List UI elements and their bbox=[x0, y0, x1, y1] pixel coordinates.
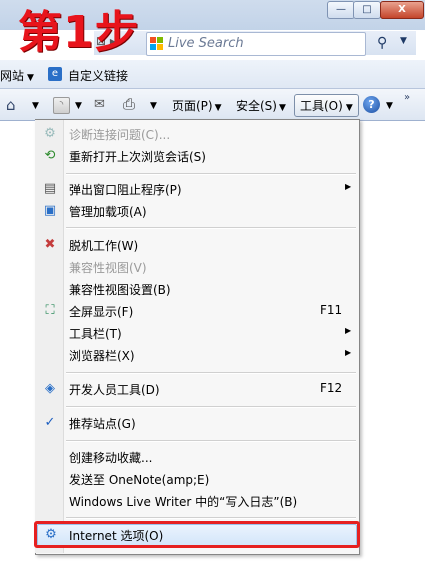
page-menu-button[interactable]: 页面(P) ▼ bbox=[172, 97, 222, 114]
menu-item-label: 发送至 OneNote(amp;E) bbox=[69, 473, 210, 487]
menu-item-suggested-sites[interactable]: ✓ 推荐站点(G) bbox=[36, 412, 357, 434]
home-dropdown-chevron-icon[interactable]: ▼ bbox=[30, 97, 39, 111]
menu-item-label: 管理加载项(A) bbox=[69, 205, 147, 219]
menu-item-compatibility-settings[interactable]: 兼容性视图设置(B) bbox=[36, 278, 357, 300]
submenu-arrow-icon: ▶ bbox=[345, 326, 352, 335]
minimize-button[interactable]: — bbox=[327, 1, 355, 19]
menu-separator bbox=[66, 372, 356, 374]
menu-item-compatibility-view[interactable]: 兼容性视图(V) bbox=[36, 256, 357, 278]
custom-links-link[interactable]: 自定义链接 bbox=[68, 67, 128, 84]
full-screen-icon: ⛶ bbox=[45, 303, 55, 318]
tools-menu-label: 工具(O) ▼ bbox=[300, 97, 353, 114]
menu-item-label: 兼容性视图(V) bbox=[69, 261, 147, 275]
menu-item-label: 兼容性视图设置(B) bbox=[69, 283, 171, 297]
search-icon[interactable]: ⚲ bbox=[377, 35, 387, 51]
page-menu-label: 页面(P) bbox=[172, 99, 213, 113]
live-search-logo-icon bbox=[150, 37, 163, 50]
menu-item-reopen-session[interactable]: ⟲ 重新打开上次浏览会话(S) bbox=[36, 145, 357, 167]
reopen-session-icon: ⟲ bbox=[44, 148, 56, 163]
submenu-arrow-icon: ▶ bbox=[345, 182, 352, 191]
maximize-button[interactable]: □ bbox=[353, 1, 381, 19]
menu-separator bbox=[66, 227, 356, 229]
menu-item-label: 推荐站点(G) bbox=[69, 417, 136, 431]
help-icon[interactable]: ? bbox=[363, 96, 380, 113]
menu-item-mobile-favorites[interactable]: 创建移动收藏... bbox=[36, 446, 357, 468]
menu-separator bbox=[66, 517, 356, 519]
menu-item-popup-blocker[interactable]: ▤ 弹出窗口阻止程序(P) ▶ bbox=[36, 178, 357, 200]
menu-separator bbox=[66, 440, 356, 442]
ie-link-icon: e bbox=[48, 67, 62, 81]
menu-item-explorer-bars[interactable]: 浏览器栏(X) ▶ bbox=[36, 344, 357, 366]
menu-item-work-offline[interactable]: ✖ 脱机工作(W) bbox=[36, 234, 357, 256]
work-offline-icon: ✖ bbox=[44, 237, 56, 252]
menu-item-full-screen[interactable]: ⛶ 全屏显示(F) F11 bbox=[36, 300, 357, 322]
menu-item-label: 开发人员工具(D) bbox=[69, 383, 160, 397]
search-options-chevron-down-icon[interactable]: ▼ bbox=[400, 36, 407, 46]
safety-menu-button[interactable]: 安全(S) ▼ bbox=[236, 97, 286, 114]
feeds-icon[interactable]: ◝ bbox=[53, 97, 70, 114]
menu-item-label: 工具栏(T) bbox=[69, 327, 122, 341]
addons-icon: ▣ bbox=[43, 203, 57, 218]
sites-chevron-down-icon: ▼ bbox=[27, 73, 34, 83]
favorites-bar bbox=[0, 60, 425, 89]
overflow-chevron-icon[interactable]: » bbox=[404, 92, 410, 103]
menu-item-diagnose-connection[interactable]: ⚙ 诊断连接问题(C)... bbox=[36, 123, 357, 145]
tools-chevron-down-icon: ▼ bbox=[345, 103, 353, 113]
help-dropdown-chevron-icon[interactable]: ▼ bbox=[384, 97, 393, 111]
menu-item-label: Windows Live Writer 中的“写入日志”(B) bbox=[69, 495, 298, 509]
menu-item-label: 弹出窗口阻止程序(P) bbox=[69, 183, 182, 197]
search-placeholder: Live Search bbox=[168, 36, 244, 51]
menu-item-manage-addons[interactable]: ▣ 管理加载项(A) bbox=[36, 200, 357, 222]
tools-menu-text: 工具(O) bbox=[300, 99, 343, 113]
page-chevron-down-icon: ▼ bbox=[214, 103, 222, 113]
developer-tools-icon: ◈ bbox=[45, 381, 55, 396]
menu-item-developer-tools[interactable]: ◈ 开发人员工具(D) F12 bbox=[36, 378, 357, 400]
feeds-dropdown-chevron-icon[interactable]: ▼ bbox=[73, 97, 82, 111]
menu-item-send-to-onenote[interactable]: 发送至 OneNote(amp;E) bbox=[36, 468, 357, 490]
mail-icon[interactable]: ✉ bbox=[94, 97, 105, 112]
popup-blocker-icon: ▤ bbox=[43, 181, 57, 196]
checkmark-icon: ✓ bbox=[44, 415, 56, 430]
menu-item-label: 重新打开上次浏览会话(S) bbox=[69, 150, 206, 164]
menu-item-label: 脱机工作(W) bbox=[69, 239, 139, 253]
menu-item-toolbars[interactable]: 工具栏(T) ▶ bbox=[36, 322, 357, 344]
menu-item-shortcut: F12 bbox=[320, 381, 343, 395]
home-icon[interactable]: ⌂ bbox=[6, 96, 16, 114]
close-button[interactable]: X bbox=[380, 1, 424, 19]
step-label: 第1步 bbox=[18, 7, 140, 58]
highlight-box bbox=[34, 521, 360, 548]
print-dropdown-chevron-icon[interactable]: ▼ bbox=[148, 97, 157, 111]
menu-item-label: 浏览器栏(X) bbox=[69, 349, 135, 363]
safety-chevron-down-icon: ▼ bbox=[278, 103, 286, 113]
menu-separator bbox=[66, 406, 356, 408]
safety-menu-label: 安全(S) bbox=[236, 99, 277, 113]
favorites-sites-label: 网站 bbox=[0, 69, 25, 83]
print-icon[interactable]: ⎙ bbox=[123, 95, 135, 113]
menu-item-label: 创建移动收藏... bbox=[69, 451, 153, 465]
submenu-arrow-icon: ▶ bbox=[345, 348, 352, 357]
favorites-sites-menu[interactable]: 网站 ▼ bbox=[0, 67, 34, 84]
menu-separator bbox=[66, 173, 356, 175]
menu-item-shortcut: F11 bbox=[320, 303, 343, 317]
menu-item-live-writer-blog[interactable]: Windows Live Writer 中的“写入日志”(B) bbox=[36, 490, 357, 512]
menu-item-label: 诊断连接问题(C)... bbox=[69, 128, 171, 142]
diagnose-icon: ⚙ bbox=[44, 126, 56, 141]
menu-item-label: 全屏显示(F) bbox=[69, 305, 134, 319]
